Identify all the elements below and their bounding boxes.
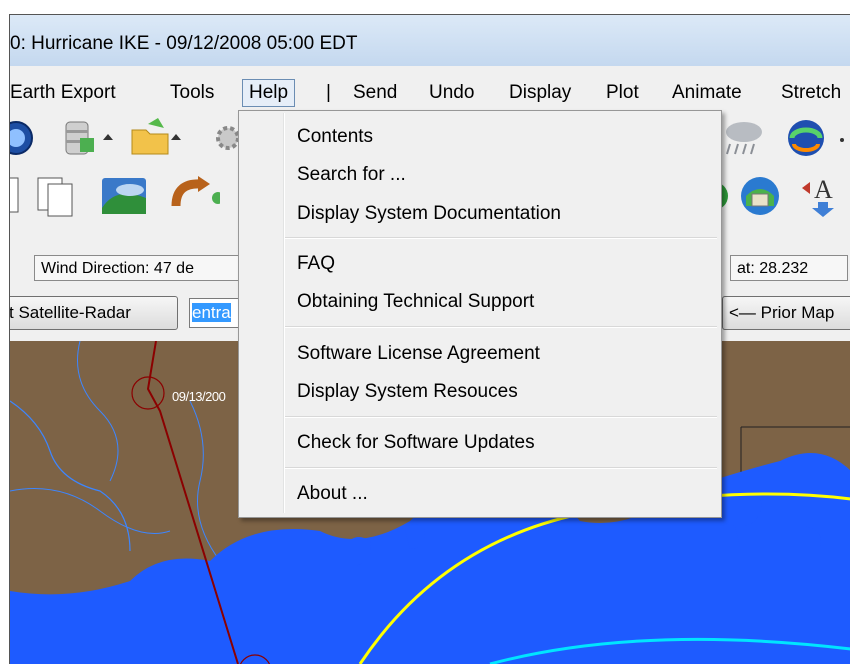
menu-gutter [283, 113, 285, 513]
globe-search-icon[interactable] [10, 116, 40, 160]
menu-bar: Earth Export Tools Help | Send Undo Disp… [10, 77, 850, 109]
menu-earth-export[interactable]: Earth Export [10, 80, 116, 106]
satellite-radar-button[interactable]: t Satellite-Radar [10, 296, 178, 330]
wind-direction-field: Wind Direction: 47 de [34, 255, 260, 281]
google-earth-icon[interactable] [100, 174, 146, 218]
menu-item-system-resources[interactable]: Display System Resouces [297, 377, 518, 407]
help-dropdown-menu: Contents Search for ... Display System D… [238, 110, 722, 518]
menu-item-check-updates[interactable]: Check for Software Updates [297, 428, 535, 458]
menu-separator [285, 416, 717, 418]
menu-tools[interactable]: Tools [170, 80, 214, 106]
menu-plot[interactable]: Plot [606, 80, 639, 106]
prior-map-button[interactable]: <— Prior Map [722, 296, 850, 330]
menu-item-display-system-documentation[interactable]: Display System Documentation [297, 199, 561, 229]
menu-item-search[interactable]: Search for ... [297, 160, 406, 190]
latitude-field: at: 28.232 [730, 255, 848, 281]
copy-pages-icon[interactable] [34, 174, 78, 218]
menu-send[interactable]: Send [353, 80, 397, 106]
open-folder-icon[interactable] [128, 116, 181, 160]
rain-cloud-icon[interactable] [720, 116, 764, 160]
menu-separator [285, 467, 717, 469]
menu-separator: | [326, 82, 331, 103]
menu-item-technical-support[interactable]: Obtaining Technical Support [297, 287, 534, 317]
menu-help[interactable]: Help [242, 79, 296, 107]
svg-text:A: A [814, 175, 833, 204]
menu-display[interactable]: Display [509, 80, 571, 106]
globe-building-icon[interactable] [736, 174, 780, 218]
combo-value: entra [192, 303, 231, 322]
menu-undo[interactable]: Undo [429, 80, 474, 106]
menu-item-license-agreement[interactable]: Software License Agreement [297, 339, 540, 369]
track-date-label: 09/13/200 [172, 389, 226, 404]
menu-separator [285, 237, 717, 239]
menu-item-contents[interactable]: Contents [297, 122, 373, 152]
database-export-icon[interactable] [64, 116, 113, 160]
copy-icon[interactable] [10, 174, 28, 218]
menu-item-faq[interactable]: FAQ [297, 249, 335, 279]
globe-refresh-icon[interactable] [784, 116, 844, 160]
menu-separator [285, 326, 717, 328]
menu-stretch[interactable]: Stretch [781, 80, 841, 106]
font-arrow-icon[interactable]: A [800, 174, 844, 218]
menu-animate[interactable]: Animate [672, 80, 742, 106]
title-bar: 0: Hurricane IKE - 09/12/2008 05:00 EDT [10, 15, 850, 66]
window-title: 0: Hurricane IKE - 09/12/2008 05:00 EDT [10, 33, 358, 54]
menu-item-about[interactable]: About ... [297, 479, 368, 509]
undo-arrow-icon[interactable] [170, 174, 224, 218]
